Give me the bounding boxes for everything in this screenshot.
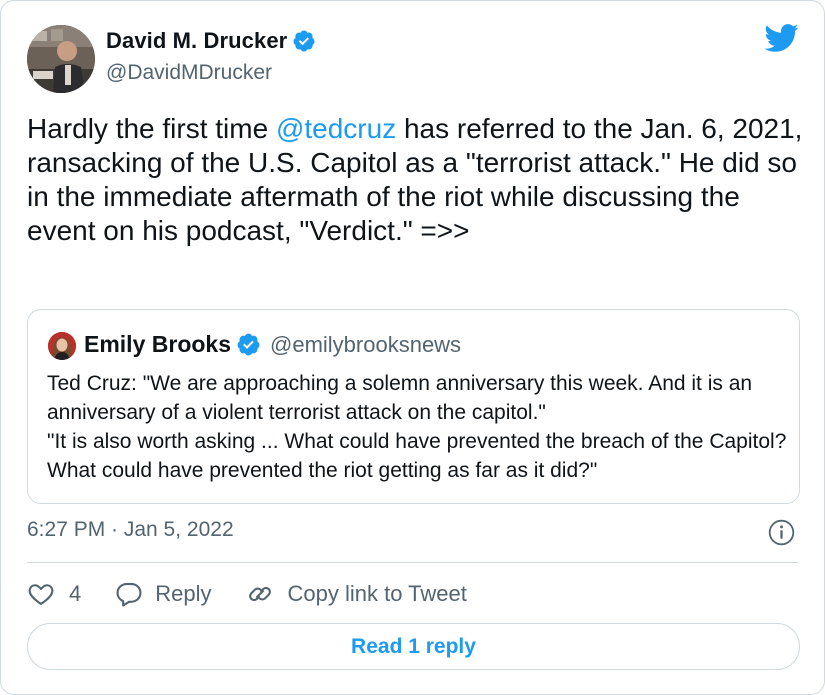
copy-link-button[interactable]: Copy link to Tweet bbox=[246, 580, 467, 608]
tweet-timestamp[interactable]: 6:27 PM · Jan 5, 2022 bbox=[27, 518, 234, 542]
copy-link-label: Copy link to Tweet bbox=[287, 581, 467, 606]
reply-button[interactable]: Reply bbox=[115, 580, 212, 608]
quoted-author-avatar bbox=[48, 332, 76, 360]
reply-label: Reply bbox=[155, 581, 212, 606]
author-handle[interactable]: @DavidMDrucker bbox=[106, 61, 272, 85]
author-name[interactable]: David M. Drucker bbox=[106, 28, 287, 54]
twitter-bird-icon[interactable] bbox=[763, 23, 799, 53]
tweet-text-part: Hardly the first time bbox=[27, 113, 276, 144]
quoted-tweet[interactable]: Emily Brooks @emilybrooksnews Ted Cruz: … bbox=[27, 309, 800, 504]
quoted-name-row: Emily Brooks @emilybrooksnews bbox=[84, 331, 461, 358]
verified-badge-icon bbox=[237, 333, 260, 356]
divider bbox=[27, 562, 798, 563]
quoted-author-name: Emily Brooks bbox=[84, 331, 231, 357]
action-bar: 4 Reply Copy link to Tweet bbox=[27, 576, 501, 612]
like-count: 4 bbox=[69, 581, 82, 606]
quoted-tweet-text: Ted Cruz: "We are approaching a solemn a… bbox=[47, 372, 787, 482]
quoted-author-handle: @emilybrooksnews bbox=[270, 331, 462, 357]
verified-badge-icon bbox=[293, 30, 315, 52]
like-button[interactable]: 4 bbox=[27, 580, 81, 608]
heart-icon bbox=[28, 584, 54, 605]
tweet-text: Hardly the first time @tedcruz has refer… bbox=[27, 112, 807, 248]
author-name-row: David M. Drucker bbox=[106, 28, 316, 54]
mention-link[interactable]: @tedcruz bbox=[276, 113, 396, 144]
speech-bubble-icon bbox=[116, 583, 142, 607]
link-icon bbox=[248, 586, 271, 602]
tweet-header: David M. Drucker @DavidMDrucker bbox=[27, 19, 799, 93]
read-replies-button[interactable]: Read 1 reply bbox=[27, 623, 800, 670]
tweet-card: David M. Drucker @DavidMDrucker Hardly t… bbox=[0, 0, 825, 695]
author-avatar[interactable] bbox=[27, 25, 95, 93]
info-icon[interactable] bbox=[768, 519, 795, 546]
